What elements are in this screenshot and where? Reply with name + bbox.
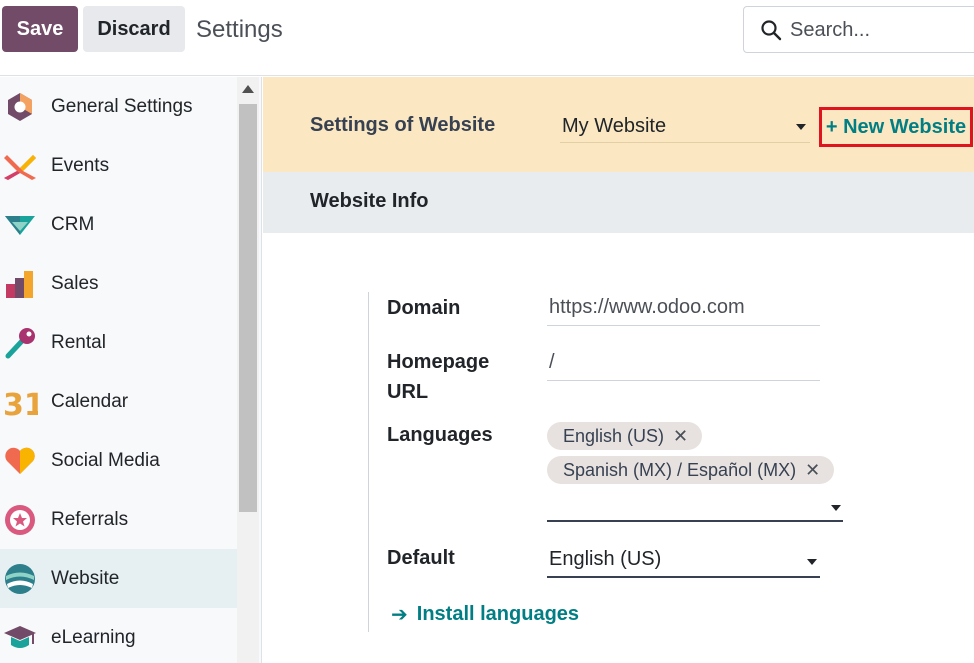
homepage-url-label-line1: Homepage <box>387 351 490 373</box>
sidebar-item-elearning[interactable]: eLearning <box>0 608 237 663</box>
website-selector-bar: Settings of Website My Website + New Web… <box>263 77 974 172</box>
website-selector-label: Settings of Website <box>310 114 496 136</box>
crm-icon <box>5 215 35 235</box>
homepage-url-label-line2: URL <box>387 381 429 403</box>
events-icon <box>4 154 36 180</box>
install-languages-label: Install languages <box>416 603 580 625</box>
referrals-icon <box>5 504 35 535</box>
page-title: Settings <box>196 16 283 43</box>
rental-icon <box>5 327 35 358</box>
close-icon[interactable]: ✕ <box>673 426 688 447</box>
sidebar-item-rental[interactable]: Rental <box>0 313 237 372</box>
settings-sidebar: General Settings Events CRM Sales Rental… <box>0 77 262 663</box>
website-icon <box>5 563 35 594</box>
svg-text:31: 31 <box>3 388 38 420</box>
default-language-select[interactable]: English (US) <box>547 544 820 578</box>
arrow-right-icon: ➔ <box>391 604 408 626</box>
sidebar-item-referrals[interactable]: Referrals <box>0 490 237 549</box>
sidebar-item-label: Sales <box>51 272 99 294</box>
sidebar-scrollbar[interactable] <box>237 77 259 663</box>
control-panel: Save Discard Settings <box>0 0 974 76</box>
install-languages-link[interactable]: ➔ Install languages <box>391 602 579 627</box>
general-settings-icon <box>8 92 32 121</box>
default-language-label: Default <box>387 547 455 569</box>
search-input[interactable] <box>790 16 970 44</box>
social-media-icon <box>5 447 35 474</box>
search-icon <box>761 20 782 41</box>
domain-label: Domain <box>387 297 461 319</box>
search-box[interactable] <box>743 6 974 53</box>
sidebar-item-label: Rental <box>51 331 106 353</box>
calendar-icon: 31 <box>3 388 38 420</box>
sidebar-item-label: CRM <box>51 213 95 235</box>
app-list: General Settings Events CRM Sales Rental… <box>0 77 237 663</box>
language-tag-label: Spanish (MX) / Español (MX) <box>563 459 797 480</box>
new-website-button[interactable]: + New Website <box>819 107 973 147</box>
sidebar-item-calendar[interactable]: 31 Calendar <box>0 372 237 431</box>
sidebar-item-label: General Settings <box>51 95 193 117</box>
sidebar-item-label: Social Media <box>51 449 160 471</box>
discard-button[interactable]: Discard <box>83 6 185 52</box>
website-info-form: Domain https://www.odoo.com Homepage URL… <box>368 292 968 632</box>
sales-icon <box>6 270 33 298</box>
website-select[interactable]: My Website <box>560 111 810 143</box>
domain-field[interactable]: https://www.odoo.com <box>547 292 820 326</box>
languages-label: Languages <box>387 424 493 446</box>
sidebar-item-label: Calendar <box>51 390 129 412</box>
new-website-label: + New Website <box>825 115 967 138</box>
sidebar-item-label: Website <box>51 567 120 589</box>
sidebar-item-events[interactable]: Events <box>0 136 237 195</box>
chevron-down-icon <box>796 124 806 130</box>
chevron-down-icon <box>807 559 817 565</box>
language-tag-label: English (US) <box>563 425 665 446</box>
sidebar-item-social-media[interactable]: Social Media <box>0 431 237 490</box>
languages-input[interactable] <box>547 492 843 522</box>
sidebar-item-website[interactable]: Website <box>0 549 237 608</box>
website-select-value: My Website <box>562 115 667 137</box>
homepage-url-value: / <box>549 351 555 373</box>
language-tag: English (US) ✕ <box>547 422 703 450</box>
scrollbar-thumb[interactable] <box>239 104 257 512</box>
save-button[interactable]: Save <box>2 6 78 52</box>
sidebar-item-sales[interactable]: Sales <box>0 254 237 313</box>
sidebar-item-general-settings[interactable]: General Settings <box>0 77 237 136</box>
sidebar-item-crm[interactable]: CRM <box>0 195 237 254</box>
chevron-down-icon <box>831 505 841 511</box>
settings-main: Settings of Website My Website + New Web… <box>263 77 974 663</box>
language-tag: Spanish (MX) / Español (MX) ✕ <box>547 456 835 484</box>
section-header: Website Info <box>263 172 974 233</box>
homepage-url-field[interactable]: / <box>547 347 820 381</box>
scroll-up-arrow-icon[interactable] <box>242 85 254 93</box>
close-icon[interactable]: ✕ <box>805 460 820 481</box>
default-language-value: English (US) <box>549 548 662 570</box>
sidebar-item-label: Referrals <box>51 508 129 530</box>
elearning-icon <box>4 625 36 648</box>
section-title: Website Info <box>310 190 429 212</box>
sidebar-item-label: eLearning <box>51 626 136 648</box>
domain-value: https://www.odoo.com <box>549 296 745 318</box>
sidebar-item-label: Events <box>51 154 110 176</box>
